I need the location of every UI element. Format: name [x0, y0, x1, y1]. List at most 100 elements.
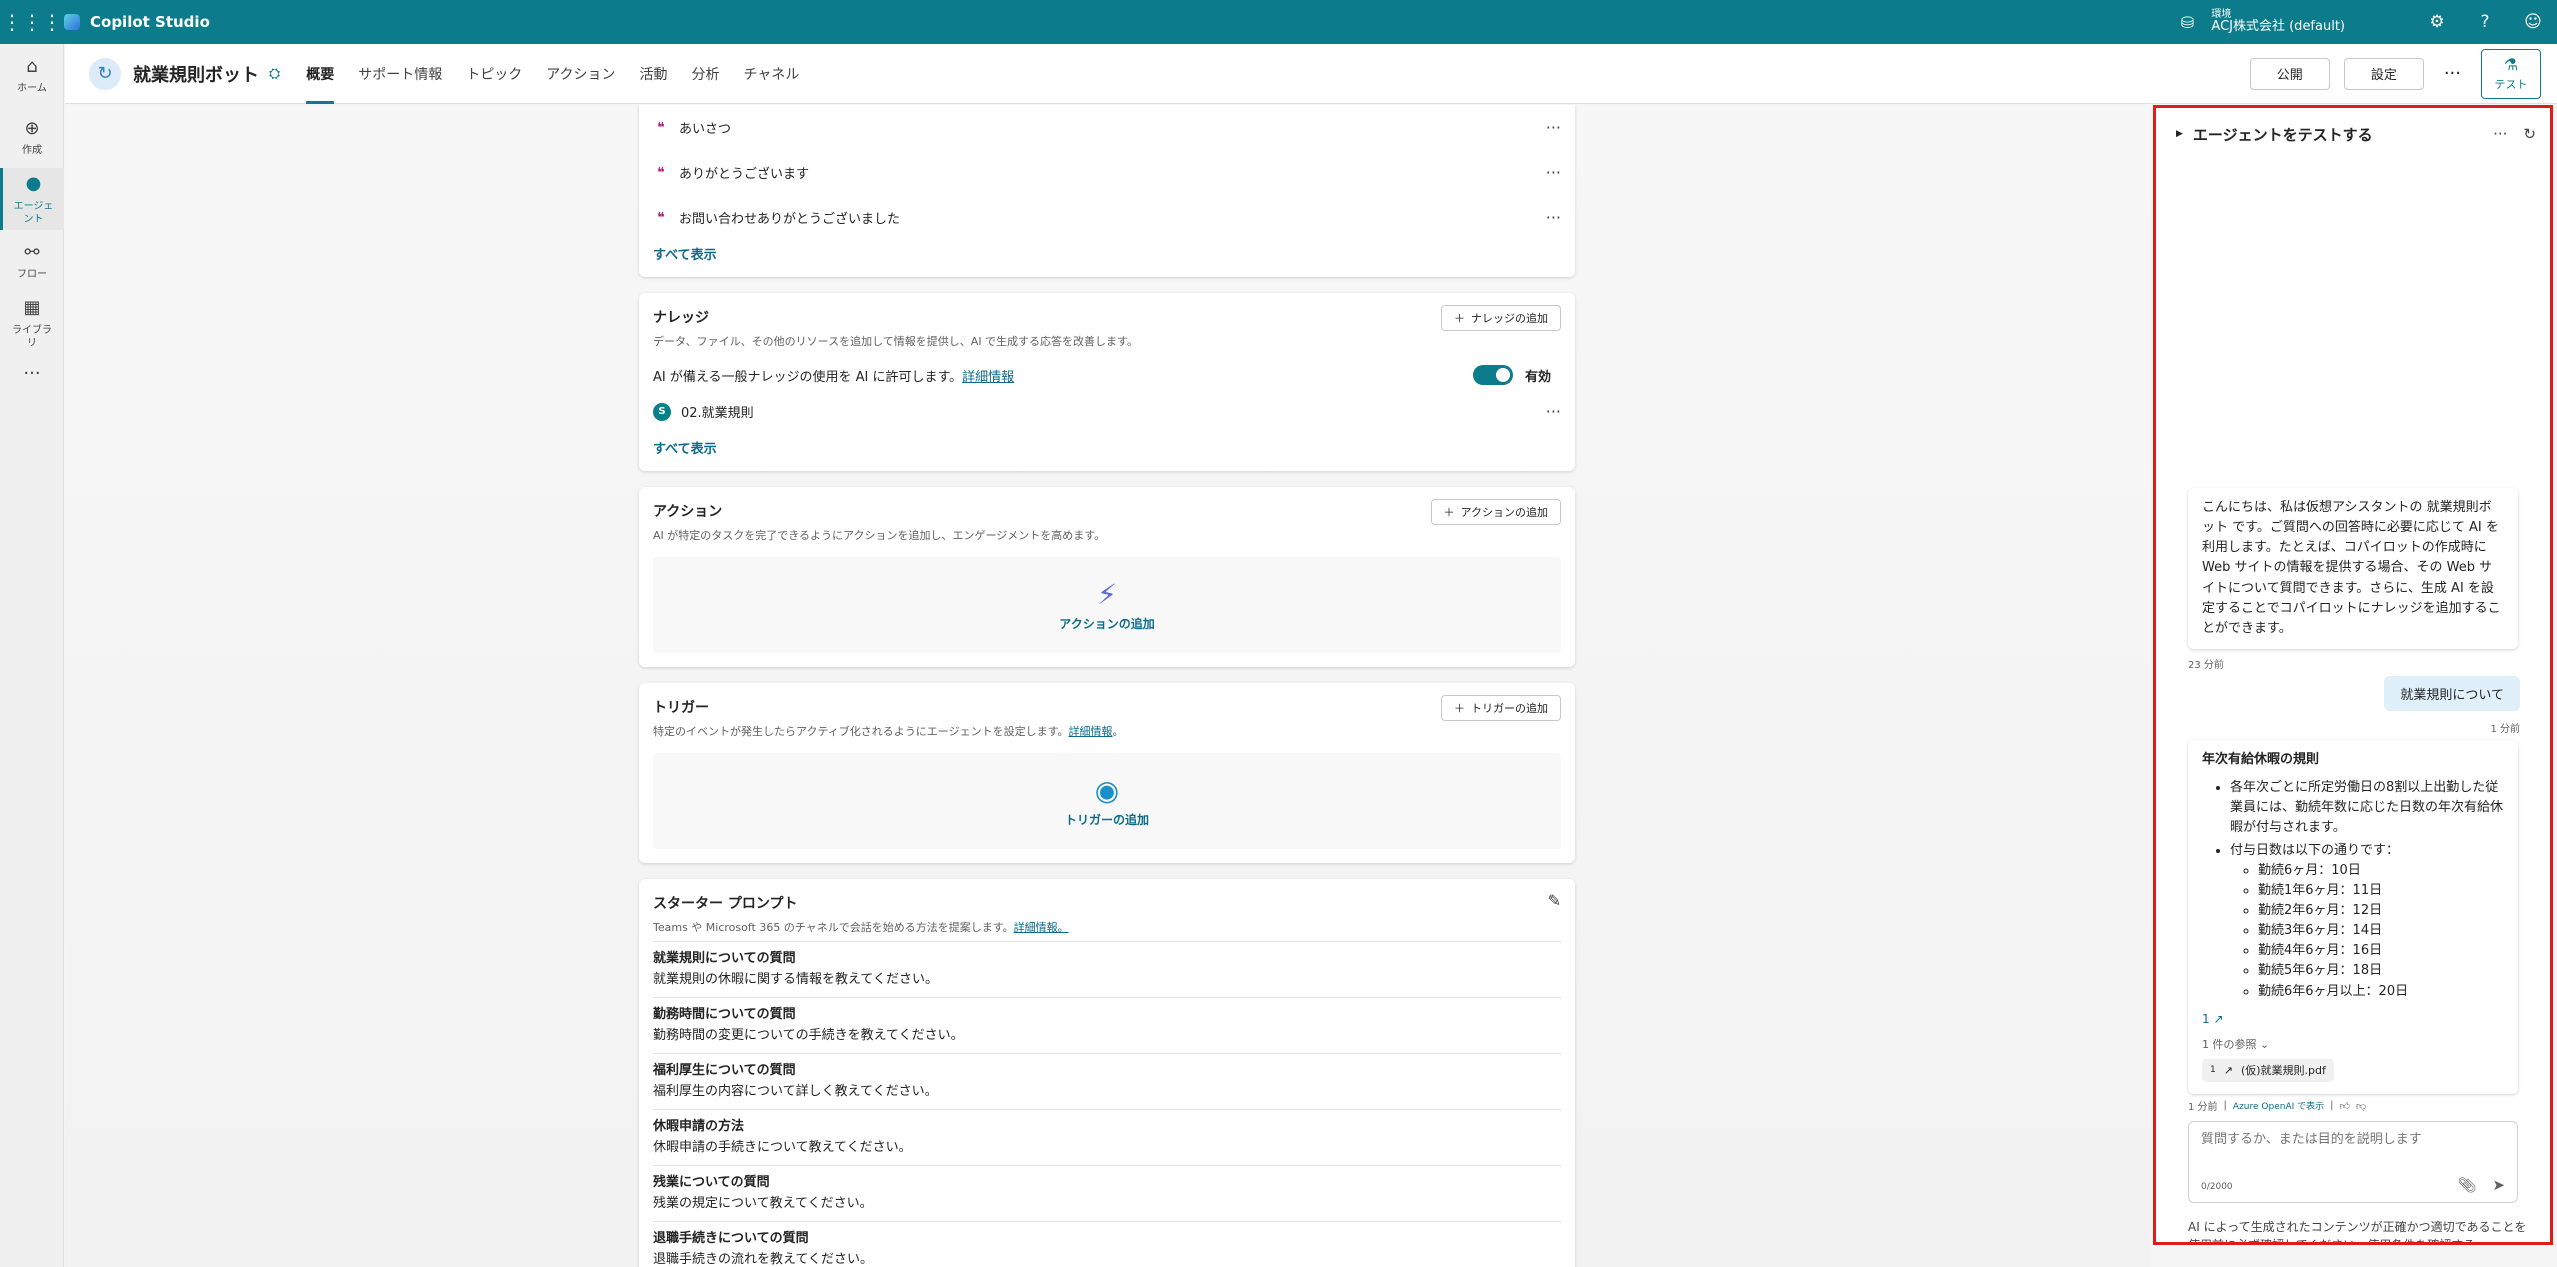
- add-trigger-area[interactable]: ◉ トリガーの追加: [653, 753, 1561, 849]
- tab-actions[interactable]: アクション: [534, 44, 627, 104]
- test-button[interactable]: ⚗ テスト: [2481, 48, 2541, 99]
- topic-name: お問い合わせありがとうございました: [679, 212, 901, 227]
- brand[interactable]: Copilot Studio: [64, 13, 210, 31]
- rail-item-agents[interactable]: ● エージェント: [0, 168, 64, 230]
- prompt-title: 休暇申請の方法: [653, 1119, 745, 1134]
- more-options-icon[interactable]: ···: [1546, 402, 1561, 421]
- collapse-caret-icon[interactable]: ▶: [2176, 129, 2183, 139]
- prompt-text: 退職手続きの流れを教えてください。: [653, 1252, 873, 1267]
- overview-column: ❝ あいさつ ··· ❝ ありがとうございます ··· ❝ お問い合わせありがと…: [639, 105, 1575, 1267]
- rail-item-create[interactable]: ⊕ 作成: [0, 106, 64, 168]
- more-icon[interactable]: ···: [0, 354, 64, 394]
- rail-item-flows[interactable]: ⚯ フロー: [0, 230, 64, 292]
- paperclip-icon[interactable]: 📎︎: [2457, 1176, 2476, 1194]
- test-panel-header: ▶ エージェントをテストする ··· ↻: [2156, 108, 2550, 160]
- plus-icon: ＋: [1454, 312, 1465, 325]
- general-knowledge-toggle[interactable]: [1472, 365, 1513, 385]
- publish-button[interactable]: 公開: [2249, 57, 2330, 90]
- lightning-icon: ⚡: [1097, 578, 1117, 611]
- left-rail: ⌂ ホーム ⊕ 作成 ● エージェント ⚯ フロー ▦ ライブラリ ···: [0, 44, 64, 1267]
- more-options-icon[interactable]: ···: [2493, 125, 2507, 143]
- send-icon[interactable]: ➤: [2492, 1176, 2505, 1194]
- add-knowledge-button[interactable]: ＋ ナレッジの追加: [1441, 305, 1561, 331]
- environment-picker[interactable]: 環境 ACJ株式会社 (default): [2211, 9, 2345, 35]
- library-icon: ▦: [23, 297, 41, 319]
- test-button-label: テスト: [2494, 78, 2528, 91]
- tab-analytics[interactable]: 分析: [680, 44, 732, 104]
- answer-source-link[interactable]: Azure OpenAI で表示: [2233, 1099, 2324, 1112]
- message-timestamp: 1 分前: [2188, 1102, 2218, 1113]
- add-trigger-link[interactable]: トリガーの追加: [1065, 811, 1149, 828]
- add-knowledge-label: ナレッジの追加: [1471, 312, 1548, 325]
- prompt-text: 残業の規定について教えてください。: [653, 1196, 873, 1211]
- sharepoint-icon: S: [653, 402, 671, 421]
- more-options-icon[interactable]: ···: [1546, 163, 1561, 182]
- help-icon[interactable]: ?: [2461, 0, 2509, 44]
- triggers-description-text: 特定のイベントが発生したらアクティブ化されるようにエージェントを設定します。: [653, 725, 1069, 738]
- separator: |: [2330, 1100, 2334, 1111]
- app-launcher-icon[interactable]: ⋮⋮⋮: [0, 0, 64, 44]
- gear-icon[interactable]: ⚙: [2413, 0, 2461, 44]
- agent-tabs: 概要 サポート情報 トピック アクション 活動 分析 チャネル: [294, 44, 811, 104]
- refresh-icon[interactable]: ↻: [2523, 125, 2536, 143]
- list-item[interactable]: ❝ ありがとうございます ···: [653, 150, 1561, 195]
- tab-activity[interactable]: 活動: [628, 44, 680, 104]
- list-item[interactable]: 勤務時間についての質問 勤務時間の変更についての手続きを教えてください。: [653, 997, 1561, 1047]
- list-item[interactable]: ❝ あいさつ ···: [653, 105, 1561, 150]
- list-item[interactable]: 福利厚生についての質問 福利厚生の内容について詳しく教えてください。: [653, 1053, 1561, 1103]
- add-trigger-label: トリガーの追加: [1471, 702, 1548, 715]
- rail-item-label: エージェント: [13, 200, 54, 225]
- top-bar: ⋮⋮⋮ Copilot Studio ⛁ 環境 ACJ株式会社 (default…: [0, 0, 2557, 44]
- list-item[interactable]: 退職手続きについての質問 退職手続きの流れを教えてください。: [653, 1221, 1561, 1267]
- more-options-icon[interactable]: ···: [2438, 63, 2467, 84]
- plus-icon: ＋: [1443, 506, 1455, 519]
- app-title: Copilot Studio: [90, 13, 210, 31]
- flow-icon: ⚯: [24, 241, 40, 263]
- citation-link[interactable]: 1 ↗: [2202, 1010, 2504, 1029]
- edit-icon[interactable]: ✎: [1548, 891, 1561, 910]
- detail-link[interactable]: 詳細情報。: [1014, 921, 1069, 934]
- more-options-icon[interactable]: ···: [1546, 208, 1561, 227]
- tab-topics[interactable]: トピック: [454, 44, 534, 104]
- rail-item-label: ホーム: [17, 83, 47, 95]
- list-item[interactable]: S 02.就業規則 ···: [653, 389, 1561, 434]
- rail-item-library[interactable]: ▦ ライブラリ: [0, 292, 64, 354]
- prompt-title: 就業規則についての質問: [653, 951, 796, 966]
- chat-input[interactable]: [2201, 1132, 2505, 1147]
- list-item[interactable]: 休暇申請の方法 休暇申請の手続きについて教えてください。: [653, 1109, 1561, 1159]
- list-item[interactable]: ❝ お問い合わせありがとうございました ···: [653, 195, 1561, 240]
- reference-chip[interactable]: 1 ↗ (仮)就業規則.pdf: [2202, 1059, 2334, 1083]
- starter-prompts-card: スターター プロンプト ✎ Teams や Microsoft 365 のチャネ…: [639, 879, 1575, 1267]
- add-action-area[interactable]: ⚡ アクションの追加: [653, 557, 1561, 653]
- chat-bubbles-icon: ❝: [657, 209, 665, 226]
- thumbs-up-icon[interactable]: 👍︎: [2340, 1100, 2350, 1112]
- list-item[interactable]: 就業規則についての質問 就業規則の休暇に関する情報を教えてください。: [653, 941, 1561, 991]
- general-knowledge-text: AI が備える一般ナレッジの使用を AI に許可します。: [653, 369, 963, 385]
- settings-button[interactable]: 設定: [2343, 57, 2424, 90]
- topics-card: ❝ あいさつ ··· ❝ ありがとうございます ··· ❝ お問い合わせありがと…: [639, 105, 1575, 277]
- detail-link[interactable]: 詳細情報: [962, 366, 1014, 385]
- bot-greeting-message: こんにちは、私は仮想アシスタントの 就業規則ボット です。ご質問への回答時に必要…: [2188, 488, 2518, 649]
- detail-link[interactable]: 詳細情報: [1068, 725, 1112, 738]
- add-action-button[interactable]: ＋ アクションの追加: [1430, 499, 1561, 525]
- add-action-link[interactable]: アクションの追加: [1059, 615, 1154, 632]
- thumbs-down-icon[interactable]: 👎︎: [2356, 1100, 2366, 1112]
- tab-knowledge[interactable]: サポート情報: [346, 44, 454, 104]
- flask-icon: ⚗: [2503, 55, 2519, 74]
- tab-channels[interactable]: チャネル: [732, 44, 812, 104]
- answer-title: 年次有給休暇の規則: [2202, 752, 2320, 767]
- add-trigger-button[interactable]: ＋ トリガーの追加: [1441, 695, 1561, 721]
- tab-overview[interactable]: 概要: [294, 44, 346, 104]
- show-all-knowledge-link[interactable]: すべて表示: [653, 438, 717, 457]
- account-icon[interactable]: ☺: [2509, 0, 2557, 44]
- show-all-topics-link[interactable]: すべて表示: [653, 244, 717, 263]
- more-options-icon[interactable]: ···: [1546, 118, 1561, 137]
- answer-meta: 1 分前 | Azure OpenAI で表示 | 👍︎ 👎︎: [2188, 1098, 2366, 1113]
- answer-list: 各年次ごとに所定労働日の8割以上出勤した従業員には、勤続年数に応じた日数の年次有…: [2230, 778, 2504, 1002]
- prompt-title: 福利厚生についての質問: [653, 1063, 796, 1078]
- prompt-title: 退職手続きについての質問: [653, 1231, 809, 1246]
- references-toggle[interactable]: 1 件の参照 ⌄: [2202, 1036, 2504, 1053]
- list-item: 勤続4年6ヶ月：16日: [2258, 941, 2504, 961]
- rail-item-home[interactable]: ⌂ ホーム: [0, 44, 64, 106]
- list-item[interactable]: 残業についての質問 残業の規定について教えてください。: [653, 1165, 1561, 1215]
